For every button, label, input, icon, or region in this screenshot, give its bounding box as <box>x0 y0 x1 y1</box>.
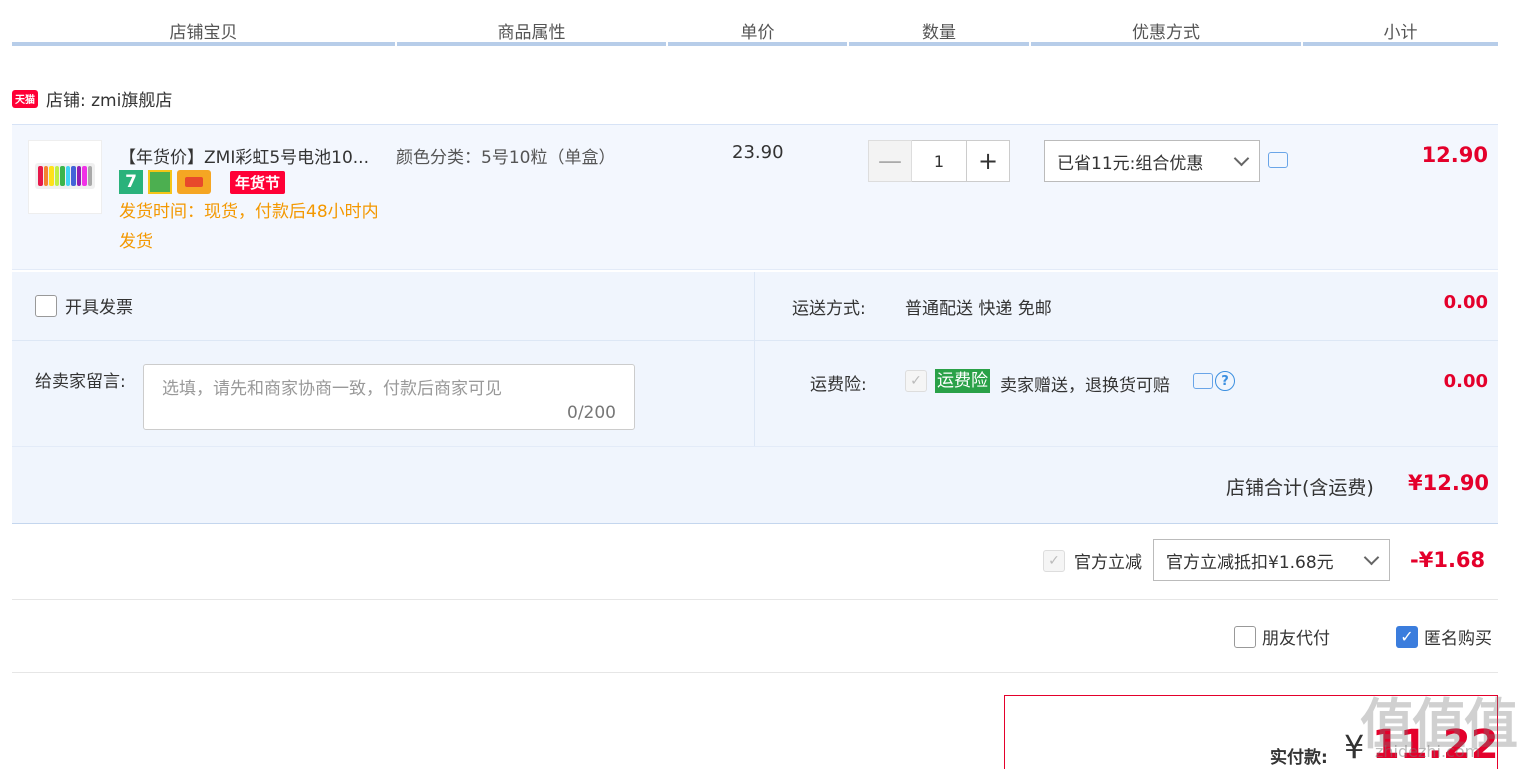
invoice-checkbox[interactable] <box>35 294 57 317</box>
shipping-insurance-tag: 运费险 <box>935 369 990 393</box>
credit-card-icon[interactable] <box>177 170 211 194</box>
unit-price: 23.90 <box>732 142 784 163</box>
official-discount-value: -¥1.68 <box>1410 548 1486 572</box>
insurance-fee: 0.00 <box>1443 371 1488 392</box>
official-discount-label: 官方立减 <box>1074 553 1142 573</box>
divider <box>12 672 1498 673</box>
shipping-method-label: 运送方式: <box>792 299 866 319</box>
friend-pay-label: 朋友代付 <box>1262 629 1330 649</box>
item-subtotal: 12.90 <box>1421 143 1488 167</box>
official-discount-select[interactable]: 官方立减抵扣¥1.68元 <box>1153 539 1390 581</box>
anonymous-buy-option[interactable]: ✓ 匿名购买 <box>1396 624 1492 649</box>
shop-total-value: ¥12.90 <box>1408 471 1490 495</box>
friend-pay-checkbox[interactable] <box>1234 625 1256 648</box>
friend-pay-option[interactable]: 朋友代付 <box>1234 624 1330 649</box>
help-icon[interactable]: ? <box>1215 371 1235 391</box>
invoice-option[interactable]: 开具发票 <box>35 293 133 318</box>
shipping-insurance-checkbox: ✓ <box>905 370 927 392</box>
watermark-text: zhidezhi.com <box>1375 742 1481 761</box>
product-title-link[interactable]: 【年货价】ZMI彩虹5号电池10... <box>119 143 387 168</box>
official-discount-select-value: 官方立减抵扣¥1.68元 <box>1166 552 1334 573</box>
qty-input[interactable]: 1 <box>912 140 966 182</box>
header-underline <box>397 42 666 46</box>
header-col-subtotal: 小计 <box>1383 23 1418 43</box>
ship-time-text: 发货时间：现货，付款后48小时内发货 <box>119 202 379 252</box>
header-underline <box>1303 42 1498 46</box>
shipping-insurance-desc: 卖家赠送，退换货可赔 <box>1000 376 1170 396</box>
qty-increase-button[interactable]: + <box>966 140 1010 182</box>
chevron-down-icon <box>1233 150 1250 166</box>
quantity-stepper: — 1 + <box>868 140 1010 182</box>
festival-badge: 年货节 <box>230 170 286 194</box>
anonymous-buy-checkbox[interactable]: ✓ <box>1396 625 1418 648</box>
header-underline <box>1031 42 1301 46</box>
tmall-logo-icon: 天猫 <box>12 89 38 108</box>
product-attribute: 颜色分类：5号10粒（单盒） <box>396 148 616 168</box>
shipping-insurance-label: 运费险: <box>810 375 867 395</box>
promo-select[interactable]: 已省11元:组合优惠 <box>1044 140 1260 182</box>
seller-note-counter: 0/200 <box>567 403 616 423</box>
product-badges: 7 年货节 <box>119 170 286 194</box>
official-discount-checkbox: ✓ <box>1043 550 1065 572</box>
seven-day-return-icon[interactable]: 7 <box>119 170 143 194</box>
header-col-attributes: 商品属性 <box>497 23 566 43</box>
shop-name[interactable]: 店铺: zmi旗舰店 <box>46 86 172 111</box>
qty-decrease-button[interactable]: — <box>868 140 912 182</box>
seller-note-label: 给卖家留言: <box>35 372 126 392</box>
header-col-discount: 优惠方式 <box>1132 23 1200 43</box>
divider <box>754 272 755 446</box>
divider <box>12 340 1498 341</box>
promo-select-value: 已省11元:组合优惠 <box>1057 153 1204 174</box>
invoice-label: 开具发票 <box>65 298 133 318</box>
product-thumbnail[interactable] <box>28 140 102 214</box>
insurance-help-icons: ? <box>1193 371 1235 391</box>
chevron-down-icon <box>1363 549 1380 565</box>
shipping-fee: 0.00 <box>1443 292 1488 313</box>
message-icon[interactable] <box>1268 152 1288 168</box>
header-col-unit-price: 单价 <box>740 23 775 43</box>
guarantee-icon[interactable] <box>148 170 172 194</box>
shop-total-label: 店铺合计(含运费) <box>1226 477 1374 499</box>
header-underline <box>668 42 847 46</box>
header-col-shop-item: 店铺宝贝 <box>169 23 238 43</box>
seller-note-placeholder: 选填，请先和商家协商一致，付款后商家可见 <box>162 379 502 399</box>
actual-payment-label: 实付款: <box>1270 748 1328 768</box>
message-icon[interactable] <box>1193 373 1213 389</box>
anonymous-buy-label: 匿名购买 <box>1424 629 1492 649</box>
header-underline <box>12 42 395 46</box>
shop-header[interactable]: 天猫 店铺: zmi旗舰店 <box>12 86 172 111</box>
battery-pack-image <box>35 163 95 189</box>
header-col-quantity: 数量 <box>922 23 956 43</box>
header-underline <box>849 42 1029 46</box>
divider <box>12 599 1498 600</box>
shipping-method-value: 普通配送 快递 免邮 <box>905 299 1052 319</box>
